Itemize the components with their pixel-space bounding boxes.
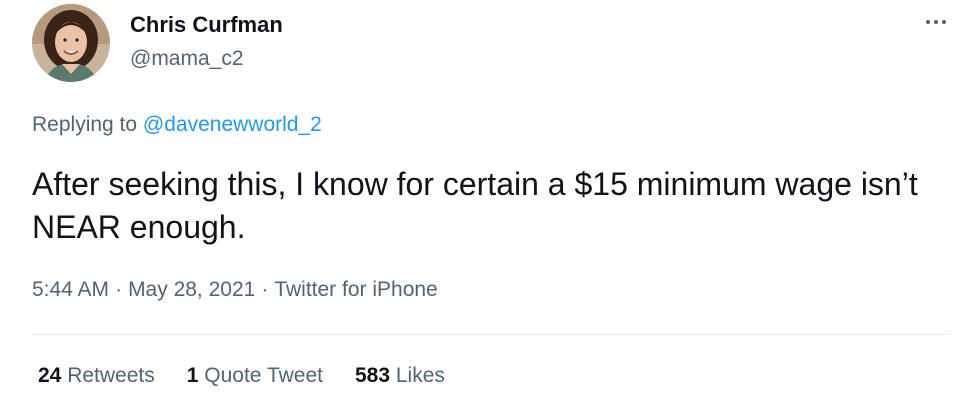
tweet-card: Chris Curfman @mama_c2 Replying to @dave… [0,0,980,414]
avatar[interactable] [32,4,110,82]
reply-mention-link[interactable]: @davenewworld_2 [143,113,322,136]
replying-to-label: Replying to [32,113,138,136]
tweet-meta: 5:44 AM · May 28, 2021 · Twitter for iPhone [32,278,438,302]
likes-count: 583 [354,364,391,387]
meta-separator: · [261,278,269,301]
more-horizontal-icon [926,20,946,24]
divider [32,334,950,335]
user-handle[interactable]: @mama_c2 [130,47,244,71]
replying-to: Replying to @davenewworld_2 [32,113,322,137]
meta-separator: · [115,278,123,301]
tweet-text: After seeking this, I know for certain a… [32,166,918,245]
retweets-count: 24 [38,364,62,387]
display-name[interactable]: Chris Curfman [130,12,283,38]
retweets-stat[interactable]: 24 Retweets [38,364,155,388]
tweet-date[interactable]: May 28, 2021 [128,278,255,301]
avatar-image [32,4,110,82]
tweet-stats: 24 Retweets 1 Quote Tweet 583 Likes [38,364,445,388]
tweet-time[interactable]: 5:44 AM [32,278,109,301]
likes-label: Likes [395,364,445,387]
quote-tweets-count: 1 [186,364,199,387]
quote-tweets-stat[interactable]: 1 Quote Tweet [187,364,323,388]
retweets-label: Retweets [67,364,155,387]
tweet-source[interactable]: Twitter for iPhone [274,278,437,301]
more-options-button[interactable] [918,10,954,34]
likes-stat[interactable]: 583 Likes [355,364,445,388]
quote-tweets-label: Quote Tweet [204,364,323,387]
